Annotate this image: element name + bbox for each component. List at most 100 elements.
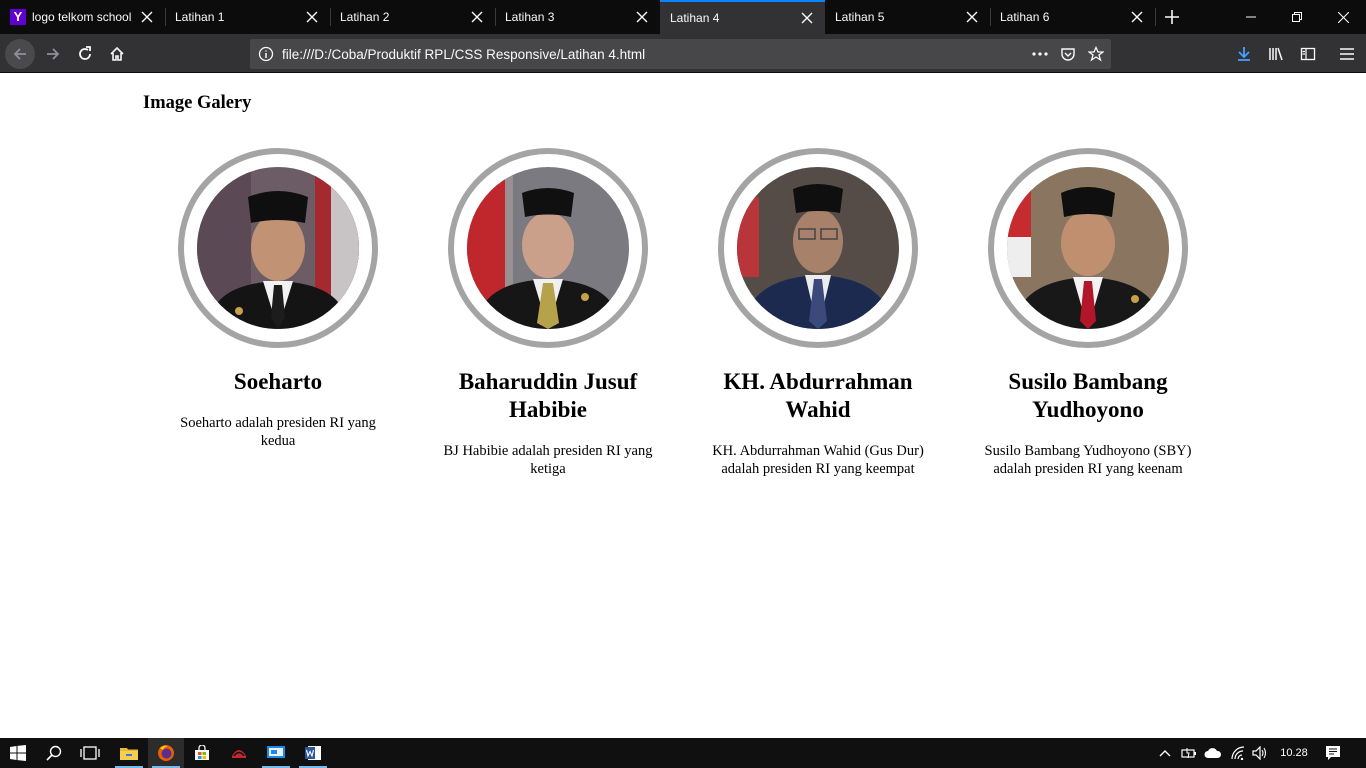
portrait-frame [718,148,918,348]
tab-latihan-4[interactable]: Latihan 4 [660,0,825,34]
library-button[interactable] [1261,39,1291,69]
reload-button[interactable] [70,39,100,69]
windows-start-icon [10,745,26,761]
onedrive-button[interactable] [1202,738,1224,768]
gallery-card: Susilo Bambang Yudhoyono Susilo Bambang … [973,148,1203,478]
card-name: Susilo Bambang Yudhoyono [1008,369,1168,422]
action-center-button[interactable] [1322,738,1344,768]
app-icon [232,750,246,758]
arrow-right-icon [47,48,60,60]
close-icon[interactable] [1125,5,1149,29]
tab-label: Latihan 1 [175,10,225,24]
close-icon[interactable] [630,5,654,29]
tab-label: Latihan 5 [835,10,885,24]
close-icon[interactable] [465,5,489,29]
home-button[interactable] [102,39,132,69]
browser-tab-strip: Y logo telkom school Latihan 1 Latihan 2… [0,0,1366,34]
card-name: Baharuddin Jusuf Habibie [458,369,638,422]
portrait-frame [988,148,1188,348]
battery-button[interactable] [1178,738,1200,768]
tab-label: Latihan 6 [1000,10,1050,24]
hamburger-menu-icon [1340,48,1354,60]
card-name: Soeharto [233,369,323,394]
downloads-button[interactable] [1229,39,1259,69]
task-view-icon [80,746,100,760]
close-icon[interactable] [795,6,819,30]
library-icon [1269,47,1283,61]
portrait-photo [197,167,359,329]
firefox-button[interactable] [148,738,184,768]
close-icon[interactable] [135,5,159,29]
card-name: KH. Abdurrahman Wahid [723,369,913,422]
url-bar[interactable]: file:///D:/Coba/Produktif RPL/CSS Respon… [250,39,1111,69]
volume-button[interactable] [1249,738,1271,768]
chevron-up-icon [1159,750,1171,757]
page-actions-icon[interactable] [1030,44,1050,64]
restore-button[interactable] [1274,0,1320,34]
tab-label: Latihan 3 [505,10,555,24]
menu-button[interactable] [1332,39,1362,69]
card-description: Soeharto adalah presiden RI yang kedua [180,415,376,449]
new-tab-button[interactable] [1156,0,1188,34]
file-explorer-button[interactable] [111,738,147,768]
tab-latihan-2[interactable]: Latihan 2 [330,0,495,34]
yahoo-favicon-icon: Y [10,9,26,25]
firefox-icon [158,745,174,761]
back-button[interactable] [5,39,35,69]
start-button[interactable] [0,738,36,768]
portrait-frame [448,148,648,348]
close-icon[interactable] [960,5,984,29]
word-button[interactable] [295,738,331,768]
taskbar-clock[interactable]: 10.28 [1272,738,1316,768]
gallery-card: KH. Abdurrahman Wahid KH. Abdurrahman Wa… [703,148,933,478]
search-icon [46,745,62,761]
url-text[interactable]: file:///D:/Coba/Produktif RPL/CSS Respon… [282,47,645,62]
card-description: BJ Habibie adalah presiden RI yang ketig… [443,443,653,477]
tab-logo-telkom-school[interactable]: Y logo telkom school [0,0,165,34]
gallery-card: Baharuddin Jusuf Habibie BJ Habibie adal… [433,148,663,478]
close-icon [1337,11,1349,23]
store-button[interactable] [184,738,220,768]
show-hidden-icons-button[interactable] [1154,738,1176,768]
download-icon [1238,47,1250,61]
network-button[interactable] [1227,738,1249,768]
sidebar-button[interactable] [1293,39,1323,69]
bookmark-star-icon[interactable] [1086,44,1106,64]
tab-label: Latihan 2 [340,10,390,24]
battery-icon [1181,748,1196,759]
store-icon [195,745,209,760]
sidebar-icon [1300,47,1316,61]
tab-label: Latihan 4 [670,11,720,25]
close-icon[interactable] [300,5,324,29]
notification-icon [1326,746,1340,760]
wifi-icon [1231,746,1245,760]
word-icon [305,746,321,760]
arrow-left-icon [13,48,26,60]
forward-button[interactable] [38,39,68,69]
navigation-toolbar: file:///D:/Coba/Produktif RPL/CSS Respon… [0,34,1366,73]
tab-latihan-1[interactable]: Latihan 1 [165,0,330,34]
task-view-button[interactable] [72,738,108,768]
minimize-icon [1246,16,1256,18]
monitor-app-button[interactable] [258,738,294,768]
close-window-button[interactable] [1320,0,1366,34]
page-content: Image Galery Soeharto Soeharto adalah pr… [0,74,1366,738]
tab-label: logo telkom school [32,10,132,24]
info-icon[interactable] [258,46,274,62]
restore-icon [1292,12,1302,22]
minimize-button[interactable] [1228,0,1274,34]
tab-latihan-3[interactable]: Latihan 3 [495,0,660,34]
tab-latihan-5[interactable]: Latihan 5 [825,0,990,34]
app-button[interactable] [221,738,257,768]
home-icon [110,46,124,61]
pocket-icon[interactable] [1058,44,1078,64]
portrait-photo [467,167,629,329]
portrait-photo [737,167,899,329]
cloud-icon [1204,748,1222,758]
tab-latihan-6[interactable]: Latihan 6 [990,0,1155,34]
reload-icon [79,46,91,60]
portrait-photo [1007,167,1169,329]
search-button[interactable] [36,738,72,768]
portrait-frame [178,148,378,348]
file-explorer-icon [120,748,138,760]
